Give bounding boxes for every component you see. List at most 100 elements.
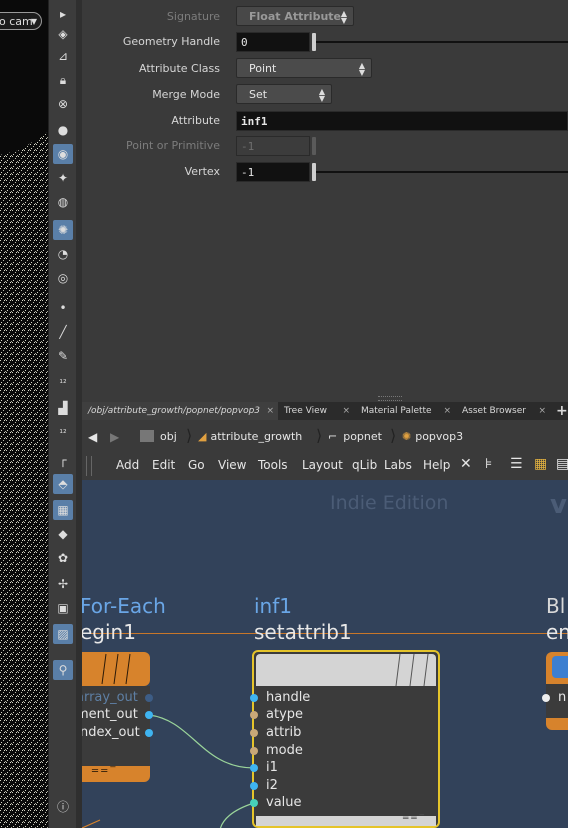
signature-dropdown[interactable]: Float Attribute ▲ ▼ xyxy=(236,6,354,26)
add-tab-button[interactable]: + xyxy=(552,402,568,420)
bucket-icon[interactable]: ▟ xyxy=(53,398,73,418)
tab-network-path[interactable]: /obj/attribute_growth/popnet/popvop3 × xyxy=(82,402,278,420)
dot-icon[interactable]: • xyxy=(53,298,73,318)
light-icon[interactable]: ◉ xyxy=(53,144,73,164)
point-or-primitive-field[interactable]: -1 xyxy=(236,136,310,156)
vertex-label: Vertex xyxy=(184,165,220,178)
grid-view-icon[interactable]: ▦ xyxy=(534,456,547,472)
port-i1[interactable] xyxy=(250,764,258,772)
rotate-icon[interactable]: ✢ xyxy=(53,574,73,594)
viewport[interactable]: o cam ▼ xyxy=(0,0,48,828)
point-or-primitive-knob[interactable] xyxy=(312,137,316,155)
path-popnet[interactable]: ⌐ popnet xyxy=(328,428,382,446)
close-icon[interactable]: × xyxy=(538,402,546,420)
port-mode[interactable] xyxy=(250,747,258,755)
x-ray-icon[interactable]: ⊗ xyxy=(53,94,73,114)
menu-qlib[interactable]: qLib xyxy=(352,458,377,472)
camera-dropdown[interactable]: o cam ▼ xyxy=(0,12,42,30)
area-light-icon[interactable]: ◎ xyxy=(53,268,73,288)
center-node-name[interactable]: setattrib1 xyxy=(254,620,352,644)
snap-icon[interactable]: ⊿ xyxy=(53,46,73,66)
path-obj[interactable]: obj xyxy=(140,428,177,446)
close-icon[interactable]: × xyxy=(443,402,451,420)
handle-icon[interactable]: ⬘ xyxy=(53,474,73,494)
path-obj-label: obj xyxy=(160,430,177,443)
left-node-header[interactable] xyxy=(82,652,150,686)
pin-icon[interactable]: ⚲ xyxy=(53,660,73,680)
signature-value: Float Attribute xyxy=(249,10,342,23)
grid-icon[interactable]: ▦ xyxy=(53,500,73,520)
geometry-handle-field[interactable]: 0 xyxy=(236,32,310,52)
attribute-field[interactable]: inf1 xyxy=(236,111,568,131)
tools-icon[interactable]: ✕ xyxy=(460,456,472,472)
menu-tools[interactable]: Tools xyxy=(258,458,288,472)
port-ndex-out[interactable] xyxy=(145,729,153,737)
pane-tab-bar: /obj/attribute_growth/popnet/popvop3 × T… xyxy=(82,402,568,420)
bug-icon[interactable]: ✿ xyxy=(53,548,73,568)
list-icon[interactable]: ☰ xyxy=(510,456,523,472)
geometry-handle-slider[interactable] xyxy=(314,41,568,43)
tab-asset-browser[interactable]: Asset Browser × xyxy=(456,402,550,420)
menu-edit[interactable]: Edit xyxy=(152,458,175,472)
grip-handle[interactable] xyxy=(86,456,92,476)
spotlight-icon[interactable]: ◔ xyxy=(53,244,73,264)
attribute-class-dropdown[interactable]: Point ▲ ▼ xyxy=(236,58,372,78)
network-editor[interactable]: Indie Edition v For-Each egin1 ═ ═ ‾ arr… xyxy=(82,480,568,828)
port-array-out[interactable] xyxy=(145,694,153,702)
merge-mode-value: Set xyxy=(249,88,268,101)
menu-add[interactable]: Add xyxy=(116,458,139,472)
vertex-knob[interactable] xyxy=(312,163,316,181)
flip-icon[interactable]: ▣ xyxy=(53,598,73,618)
tab-tree-view[interactable]: Tree View × xyxy=(278,402,354,420)
port-value[interactable] xyxy=(250,799,258,807)
object-icon: ◢ xyxy=(198,430,207,443)
stepper-icon: ▲ ▼ xyxy=(358,61,365,77)
layers-icon[interactable]: ◆ xyxy=(53,524,73,544)
port-attrib[interactable] xyxy=(250,729,258,737)
path-popvop3[interactable]: ✺ popvop3 xyxy=(402,428,463,446)
vertex-slider[interactable] xyxy=(314,171,568,173)
network-menu-bar: Add Edit Go View Tools Layout qLib Labs … xyxy=(82,452,568,480)
wire-ment-to-i1 xyxy=(148,714,255,769)
close-icon[interactable]: × xyxy=(266,402,274,420)
tab-material-palette[interactable]: Material Palette × xyxy=(355,402,455,420)
port-i2[interactable] xyxy=(250,782,258,790)
back-button[interactable]: ◀ xyxy=(88,428,97,446)
forward-button[interactable]: ▶ xyxy=(110,428,119,446)
tree-icon[interactable]: ⊧ xyxy=(485,456,492,472)
left-node-name[interactable]: egin1 xyxy=(82,620,136,644)
port-atype[interactable] xyxy=(250,711,258,719)
port-ment-out[interactable] xyxy=(145,711,153,719)
counter2-icon[interactable]: ¹² xyxy=(53,424,73,444)
menu-go[interactable]: Go xyxy=(188,458,205,472)
attribute-label: Attribute xyxy=(171,114,220,127)
info-icon[interactable]: ⓘ xyxy=(53,796,73,816)
brush-icon[interactable]: ╱ xyxy=(53,322,73,342)
path-attribute-growth[interactable]: ◢ attribute_growth xyxy=(198,428,302,446)
geometry-handle-knob[interactable] xyxy=(312,33,316,51)
menu-labs[interactable]: Labs xyxy=(384,458,412,472)
cursor-icon[interactable]: ◈ xyxy=(53,24,73,44)
close-icon[interactable]: × xyxy=(342,402,350,420)
merge-mode-dropdown[interactable]: Set ▲ ▼ xyxy=(236,84,332,104)
vertex-field[interactable]: -1 xyxy=(236,162,310,182)
image-icon[interactable]: ▨ xyxy=(53,624,73,644)
lock-icon[interactable]: 🔒︎ xyxy=(53,70,73,90)
select-icon[interactable]: ▸ xyxy=(53,4,73,24)
geo-light-icon[interactable]: ◍ xyxy=(53,192,73,212)
left-node-footer[interactable]: ═ ═ ‾ xyxy=(82,766,150,782)
env-light-icon[interactable]: ✺ xyxy=(53,220,73,240)
menu-view[interactable]: View xyxy=(218,458,246,472)
menu-help[interactable]: Help xyxy=(423,458,450,472)
port-label-atype: atype xyxy=(266,707,304,722)
right-node-name[interactable]: en xyxy=(546,620,568,644)
counter-icon[interactable]: ¹² xyxy=(53,374,73,394)
corner-icon[interactable]: ┌ xyxy=(53,450,73,470)
pencil-icon[interactable]: ✎ xyxy=(53,346,73,366)
port-right-input[interactable] xyxy=(542,694,550,702)
menu-layout[interactable]: Layout xyxy=(302,458,343,472)
port-handle[interactable] xyxy=(250,694,258,702)
detail-view-icon[interactable]: ▤ xyxy=(556,456,568,472)
point-light-icon[interactable]: ✦ xyxy=(53,168,73,188)
sphere-icon[interactable]: ● xyxy=(53,120,73,140)
